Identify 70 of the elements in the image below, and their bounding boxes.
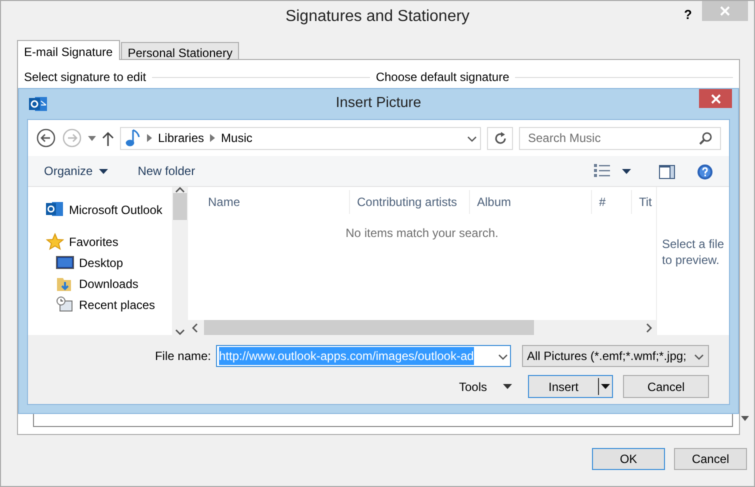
up-arrow-icon	[102, 131, 114, 146]
cancel-button[interactable]: Cancel	[623, 375, 709, 398]
chevron-down-icon	[694, 354, 704, 360]
preview-message: Select a file to preview.	[656, 187, 729, 335]
help-button[interactable]: ?	[684, 5, 692, 24]
scroll-right-icon	[646, 322, 652, 332]
tab[interactable]: E-mail Signature	[17, 40, 120, 60]
insert-button[interactable]: Insert	[528, 375, 613, 398]
caret-icon	[741, 416, 749, 421]
star-icon	[46, 233, 64, 250]
caret-icon	[622, 168, 631, 174]
breadcrumb-item[interactable]: Music	[221, 129, 252, 147]
vertical-scrollbar[interactable]	[172, 187, 188, 335]
file-name-label: File name:	[154, 348, 211, 365]
chevron-down-icon	[498, 354, 508, 360]
breadcrumb-item[interactable]: Libraries	[158, 129, 204, 147]
scrollbar-thumb[interactable]	[204, 320, 534, 335]
horizontal-scrollbar[interactable]	[188, 320, 656, 335]
nav-item[interactable]: Downloads	[46, 273, 172, 294]
nav-item[interactable]: Recent places	[46, 294, 172, 315]
tab[interactable]: Personal Stationery	[120, 42, 240, 59]
refresh-button[interactable]	[487, 126, 513, 150]
chevron-icon	[210, 134, 216, 142]
up-button[interactable]	[102, 129, 114, 147]
caret-icon	[601, 384, 610, 389]
tools-menu[interactable]: Tools	[458, 378, 512, 396]
help-icon	[697, 164, 713, 180]
scrollbar-thumb[interactable]	[173, 193, 187, 220]
caret-icon	[88, 136, 96, 140]
column-header[interactable]: Tit	[632, 190, 656, 214]
cancel-button[interactable]: Cancel	[674, 448, 747, 470]
column-header[interactable]: #	[592, 190, 632, 214]
refresh-icon	[494, 132, 506, 144]
dialog-title: Insert Picture	[336, 94, 422, 114]
nav-item[interactable]: Microsoft Outlook	[46, 199, 172, 220]
column-header[interactable]: Album	[470, 190, 592, 214]
window-title: Signatures and Stationery	[285, 7, 470, 27]
close-icon	[719, 5, 731, 17]
scroll-down-icon	[175, 329, 185, 335]
caret-icon	[98, 168, 108, 174]
ok-button[interactable]: OK	[592, 448, 665, 470]
section-label: Select signature to edit	[24, 69, 146, 86]
preview-pane-icon	[659, 164, 675, 179]
organize-menu[interactable]: Organize	[38, 160, 114, 182]
desktop-icon	[56, 254, 74, 271]
section-label: Choose default signature	[376, 69, 510, 86]
scroll-left-icon	[192, 322, 198, 332]
music-note-icon	[125, 128, 141, 148]
column-header[interactable]: Contributing artists	[350, 190, 470, 214]
new-folder-button[interactable]: New folder	[132, 160, 202, 182]
chevron-icon	[147, 134, 152, 142]
scroll-up-icon	[175, 187, 185, 193]
recent-places-icon	[56, 296, 74, 313]
empty-message: No items match your search.	[344, 225, 500, 242]
address-bar[interactable]: Libraries Music	[120, 126, 481, 150]
close-button[interactable]	[699, 89, 732, 108]
close-icon	[710, 92, 722, 104]
search-icon	[699, 132, 712, 144]
search-field[interactable]: Search Music	[519, 126, 721, 150]
outlook-logo-icon	[29, 96, 47, 112]
nav-item[interactable]: Favorites	[46, 231, 172, 252]
nav-item[interactable]: Desktop	[46, 252, 172, 273]
details-view-icon	[594, 164, 610, 178]
downloads-folder-icon	[56, 275, 74, 292]
caret-icon	[503, 384, 512, 389]
file-type-dropdown[interactable]: All Pictures (*.emf;*.wmf;*.jpg;	[522, 345, 709, 367]
chevron-down-icon	[467, 136, 477, 142]
back-button[interactable]	[36, 128, 56, 148]
outlook-logo-icon	[46, 201, 64, 218]
column-header[interactable]: Name	[188, 190, 350, 214]
